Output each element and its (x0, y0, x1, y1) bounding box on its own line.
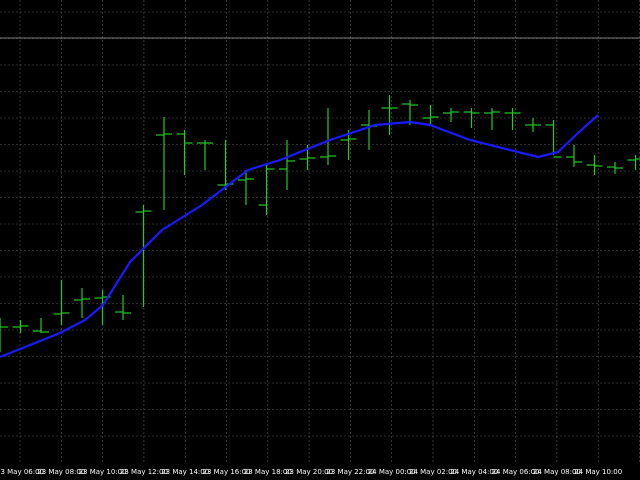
chart-background (0, 0, 640, 480)
price-chart[interactable]: 23 May 06:0023 May 08:0023 May 10:0023 M… (0, 0, 640, 480)
x-tick-label: 24 May 10:00 (574, 468, 622, 476)
x-axis-tick-labels: 23 May 06:0023 May 08:0023 May 10:0023 M… (0, 468, 622, 476)
